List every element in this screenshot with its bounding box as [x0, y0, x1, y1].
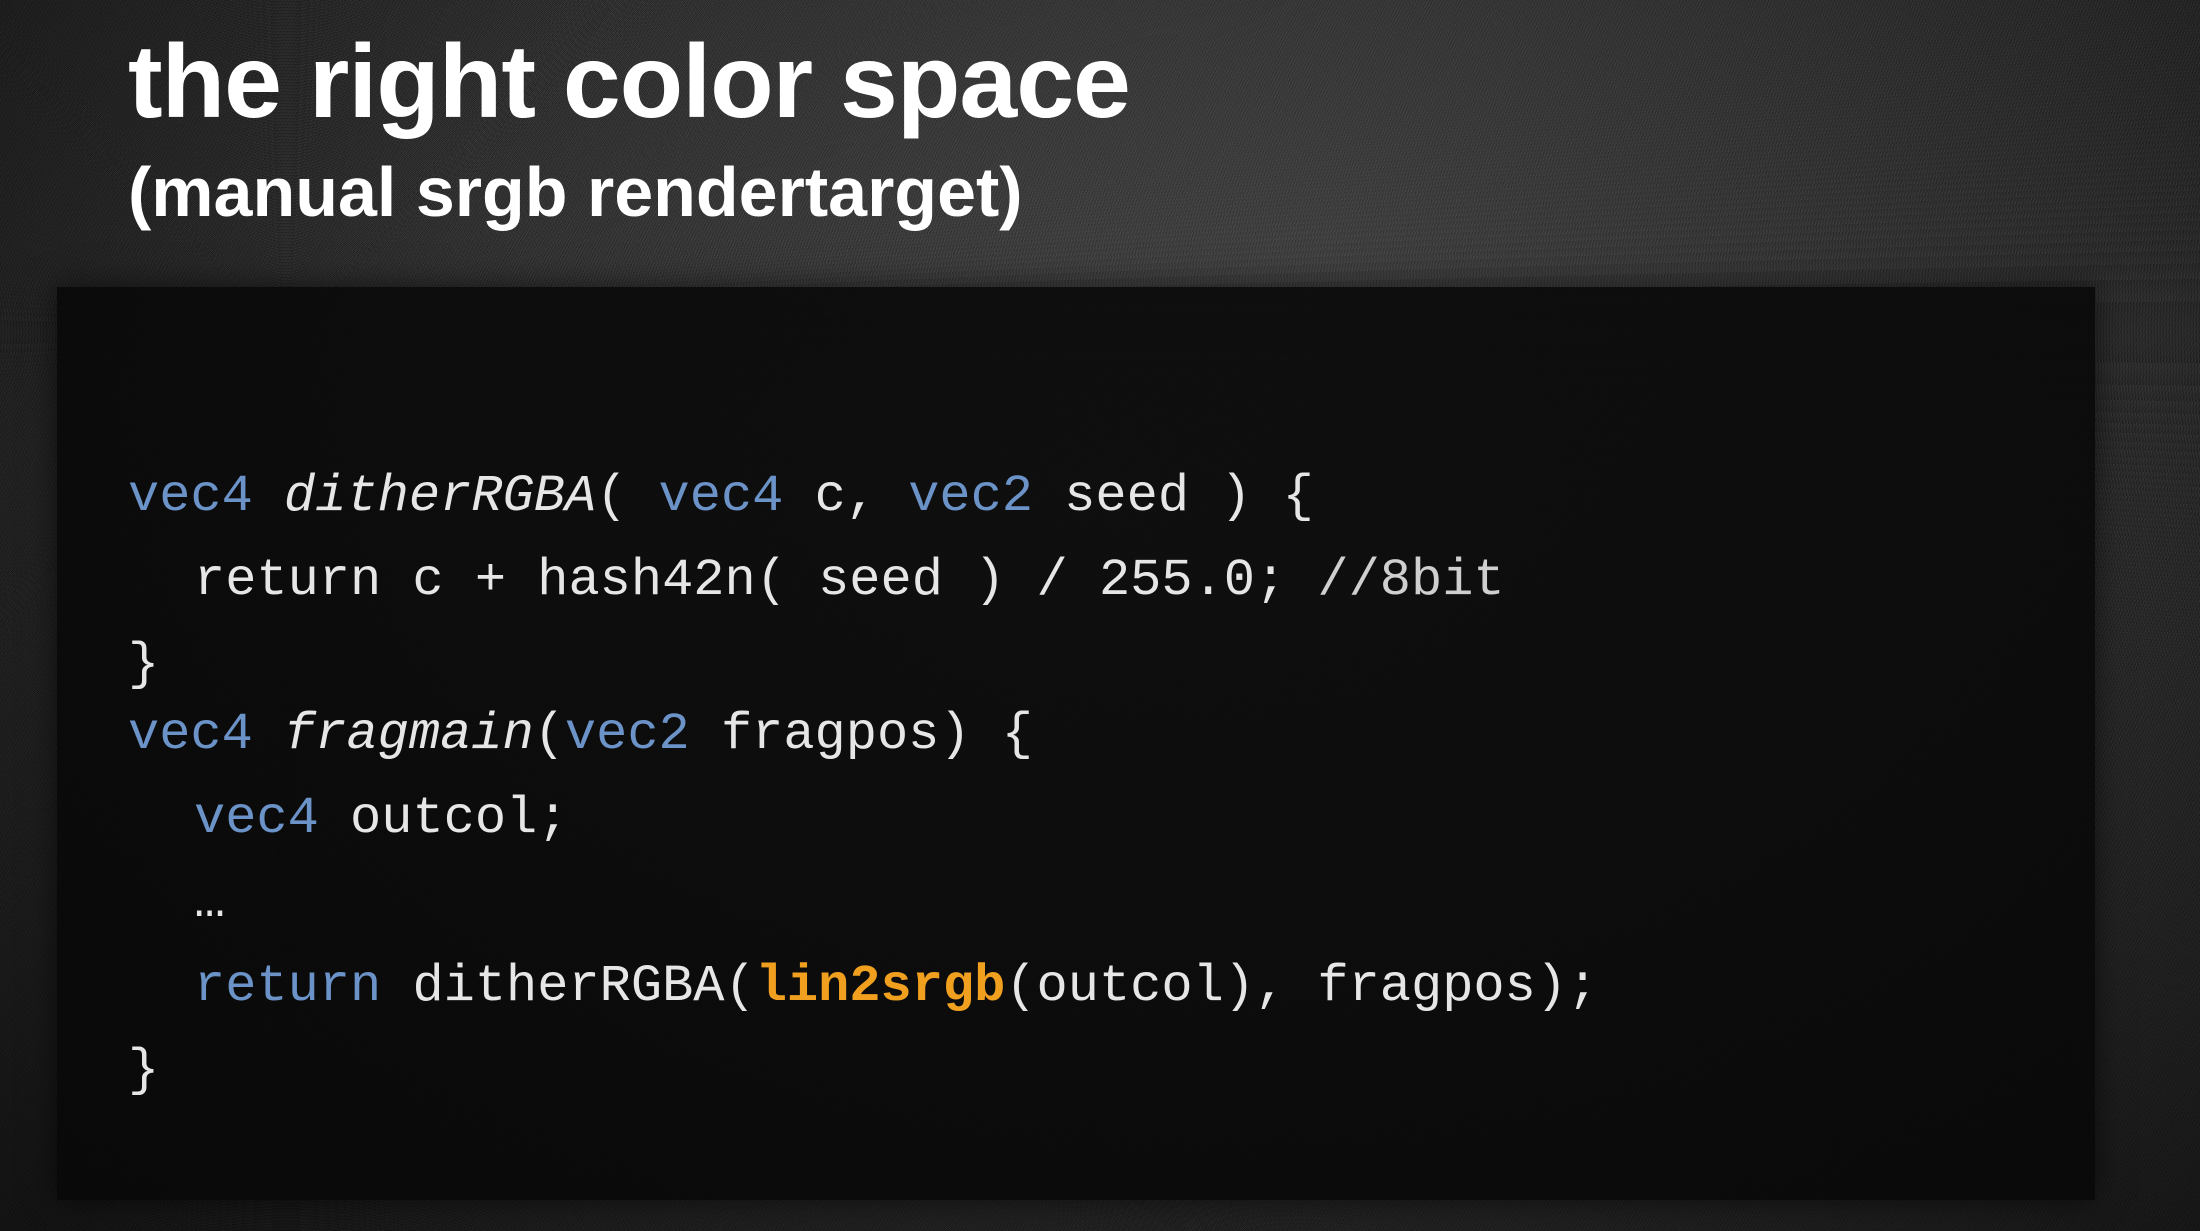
code-text: ( [596, 467, 659, 526]
code-text: ditherRGBA( [381, 957, 756, 1016]
slide-subtitle: (manual srgb rendertarget) [128, 153, 1023, 231]
code-keyword: vec4 [128, 705, 253, 764]
slide-title: the right color space [128, 24, 1131, 140]
code-keyword: vec2 [564, 705, 690, 764]
code-text: ( [533, 705, 565, 764]
code-function-name: fragmain [284, 705, 534, 764]
code-keyword: vec2 [908, 467, 1034, 526]
code-keyword: vec4 [658, 467, 784, 526]
code-block: vec4 ditherRGBA( vec4 c, vec2 seed ) { r… [128, 462, 1598, 1106]
code-text: outcol; [318, 789, 569, 848]
code-text: return c + hash42n( seed ) / 255.0; [194, 551, 1318, 610]
code-ellipsis: … [194, 873, 226, 932]
code-text: } [128, 635, 160, 694]
code-text: } [128, 1041, 160, 1100]
code-keyword: return [194, 957, 382, 1016]
code-text: fragpos) { [689, 705, 1033, 764]
code-text: (outcol), fragpos); [1005, 957, 1599, 1016]
code-line-5: vec4 outcol; [128, 784, 1598, 868]
code-line-1: vec4 ditherRGBA( vec4 c, vec2 seed ) { [128, 462, 1598, 546]
code-keyword: vec4 [194, 789, 319, 848]
code-highlight: lin2srgb [755, 957, 1006, 1016]
code-function-name: ditherRGBA [284, 467, 597, 526]
code-line-7: return ditherRGBA(lin2srgb(outcol), frag… [128, 952, 1598, 1036]
code-line-8: } [128, 1036, 1598, 1106]
code-line-6: … [128, 868, 1598, 952]
code-line-3: } [128, 630, 1598, 700]
code-comment: //8bit [1317, 551, 1505, 610]
code-keyword: vec4 [128, 467, 253, 526]
code-line-2: return c + hash42n( seed ) / 255.0; //8b… [128, 546, 1598, 630]
code-text: c, [783, 467, 909, 526]
code-text: seed ) { [1033, 467, 1314, 526]
code-line-4: vec4 fragmain(vec2 fragpos) { [128, 700, 1598, 784]
